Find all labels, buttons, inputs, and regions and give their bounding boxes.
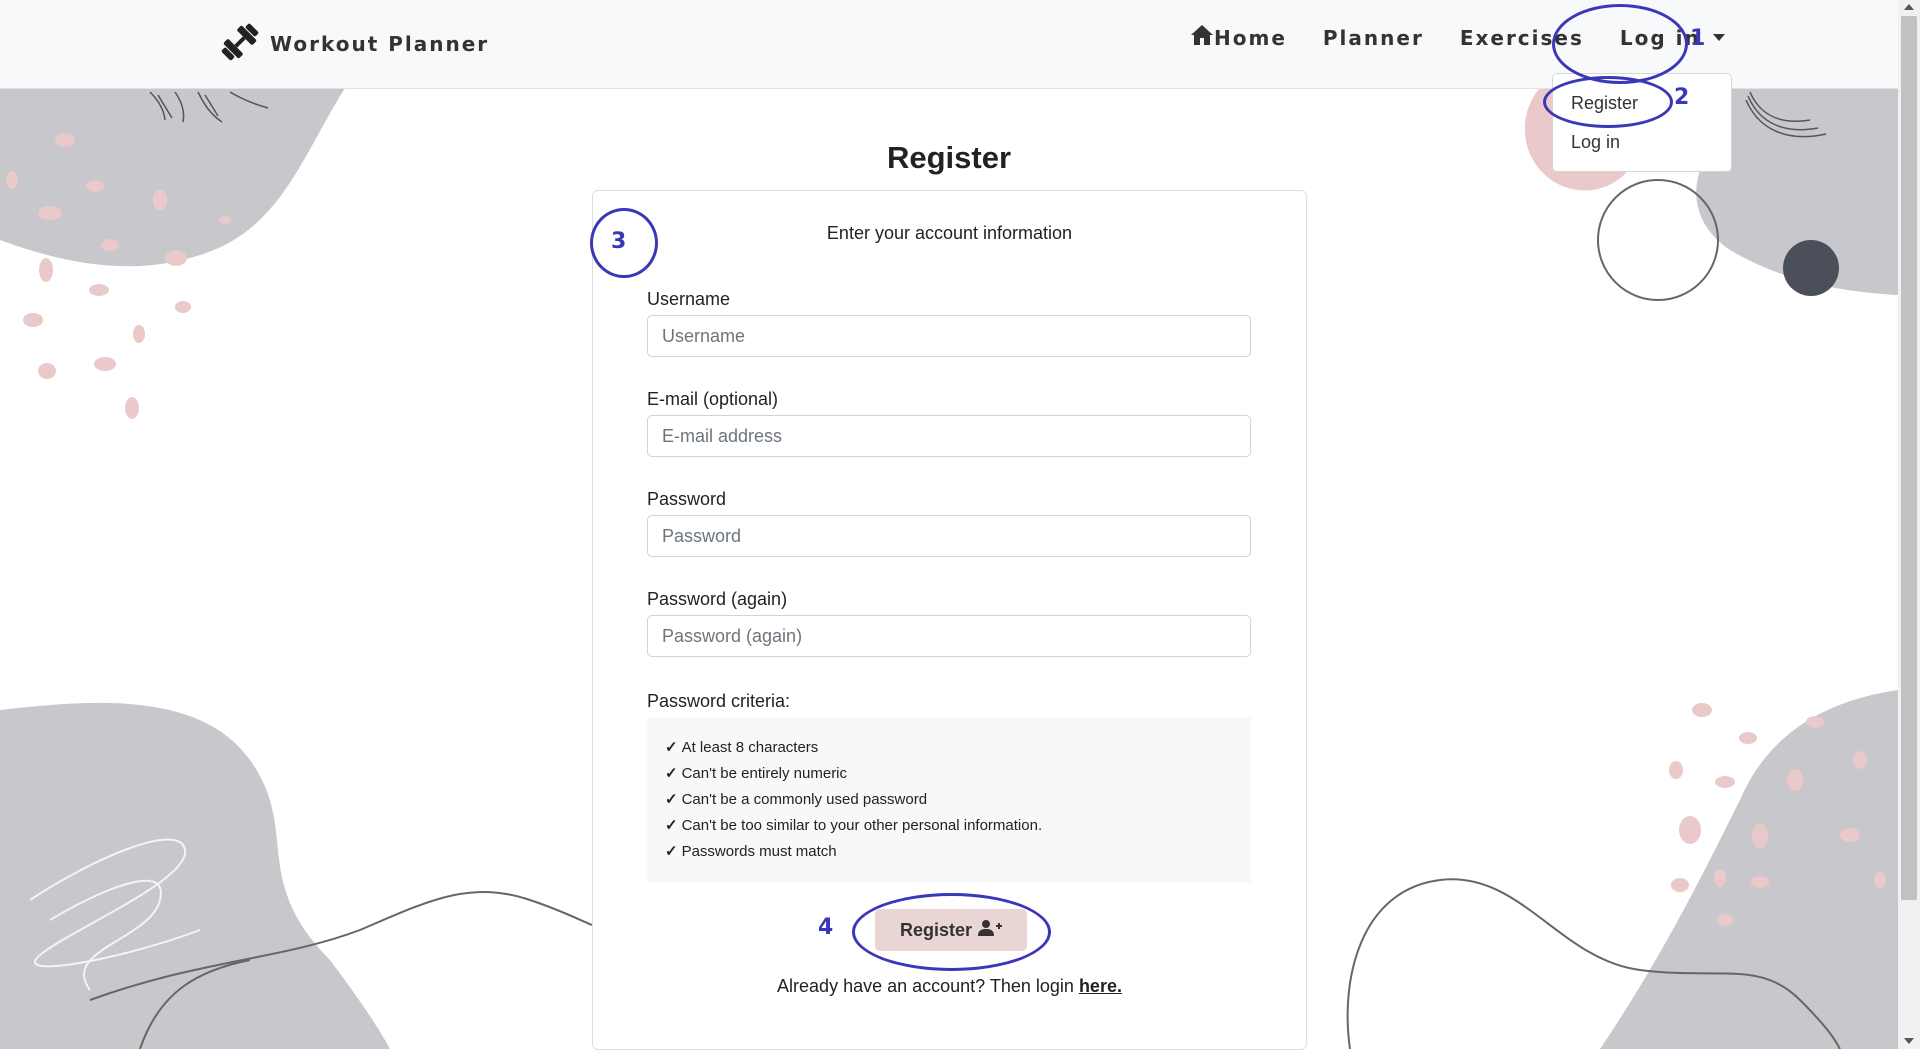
register-button-label: Register xyxy=(899,919,973,940)
annotation-number-3: 3 xyxy=(611,229,627,254)
username-input[interactable] xyxy=(647,315,1251,357)
criteria-text: Can't be a commonly used password xyxy=(681,790,928,808)
nav-home[interactable]: Home xyxy=(1190,24,1287,51)
home-icon xyxy=(1190,24,1214,51)
register-button[interactable]: Register xyxy=(875,909,1027,951)
check-icon: ✓ xyxy=(665,765,678,782)
page-scrollbar[interactable] xyxy=(1898,0,1920,1049)
caret-down-icon xyxy=(1712,34,1725,41)
email-label: E-mail (optional) xyxy=(647,389,779,409)
login-dropdown-menu: Register Log in xyxy=(1552,73,1732,172)
check-icon: ✓ xyxy=(665,791,678,808)
password-input[interactable] xyxy=(647,515,1251,557)
email-input[interactable] xyxy=(647,415,1251,457)
password-criteria-label: Password criteria: xyxy=(647,691,791,711)
criteria-item: ✓ Passwords must match xyxy=(665,842,837,861)
nav-links: Home Planner Exercises Log in xyxy=(1190,24,1725,51)
password-criteria-list: ✓ At least 8 characters ✓ Can't be entir… xyxy=(647,717,1251,883)
form-subtitle: Enter your account information xyxy=(826,223,1073,243)
check-icon: ✓ xyxy=(665,843,678,860)
scroll-up-arrow-icon[interactable] xyxy=(1904,4,1914,10)
criteria-item: ✓ Can't be a commonly used password xyxy=(665,790,928,809)
brand-name: Workout Planner xyxy=(270,32,490,56)
register-card: Enter your account information Username … xyxy=(592,190,1307,1050)
login-here-link[interactable]: here. xyxy=(1079,976,1122,996)
criteria-item: ✓ Can't be entirely numeric xyxy=(665,764,848,783)
criteria-text: Can't be entirely numeric xyxy=(681,764,848,782)
annotation-number-4: 4 xyxy=(818,915,834,940)
criteria-item: ✓ At least 8 characters xyxy=(665,738,819,757)
login-prompt-text: Already have an account? Then login xyxy=(777,976,1074,996)
scrollbar-thumb[interactable] xyxy=(1901,16,1917,900)
check-icon: ✓ xyxy=(665,739,678,756)
nav-login-dropdown-toggle[interactable]: Log in xyxy=(1620,26,1725,50)
password-again-label: Password (again) xyxy=(647,589,788,609)
nav-home-label: Home xyxy=(1214,25,1287,50)
criteria-text: Can't be too similar to your other perso… xyxy=(681,816,1043,834)
annotation-number-2: 2 xyxy=(1674,85,1690,110)
dropdown-item-register[interactable]: Register xyxy=(1571,93,1638,114)
scroll-down-arrow-icon[interactable] xyxy=(1904,1038,1914,1044)
nav-planner[interactable]: Planner xyxy=(1323,26,1424,50)
criteria-text: At least 8 characters xyxy=(681,738,819,756)
annotation-number-1: 1 xyxy=(1690,26,1706,51)
nav-exercises[interactable]: Exercises xyxy=(1460,26,1584,50)
dropdown-item-login[interactable]: Log in xyxy=(1571,132,1620,153)
check-icon: ✓ xyxy=(665,817,678,834)
login-prompt: Already have an account? Then login here… xyxy=(593,976,1306,997)
criteria-item: ✓ Can't be too similar to your other per… xyxy=(665,816,1043,835)
username-label: Username xyxy=(647,289,731,309)
brand-link[interactable]: Workout Planner xyxy=(218,20,489,68)
criteria-text: Passwords must match xyxy=(681,842,837,860)
password-again-input[interactable] xyxy=(647,615,1251,657)
user-plus-icon xyxy=(978,919,1003,942)
dumbbell-icon xyxy=(218,20,262,69)
password-label: Password xyxy=(647,489,727,509)
nav-login-label: Log in xyxy=(1619,25,1701,50)
